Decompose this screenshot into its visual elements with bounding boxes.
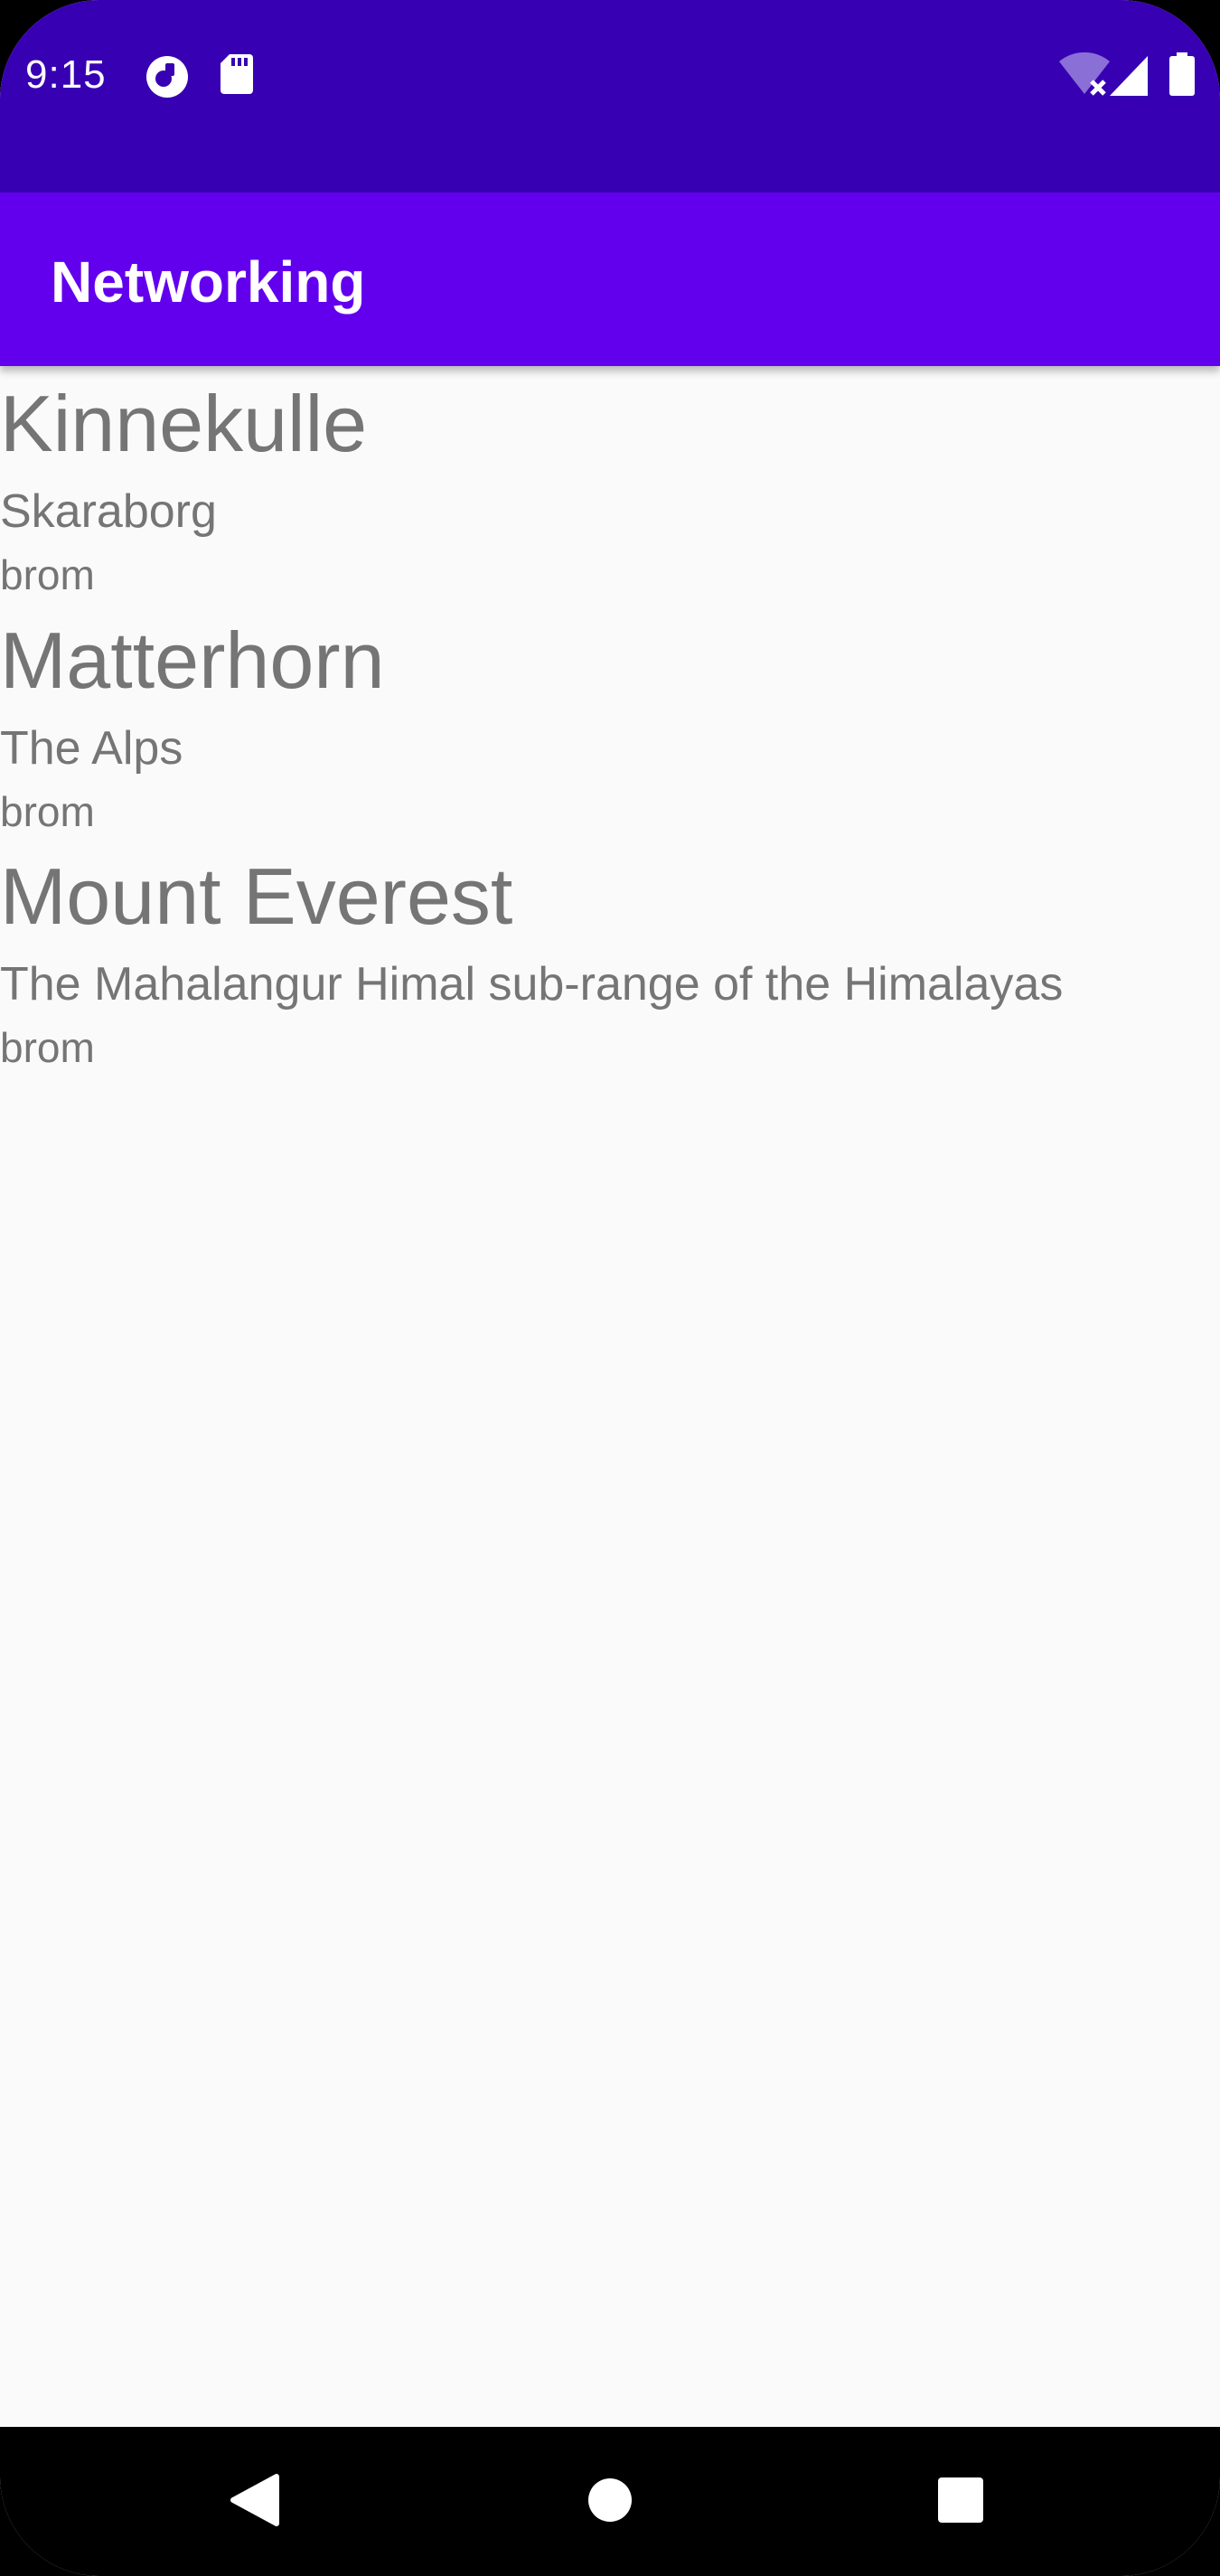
mountain-type: brom — [0, 551, 95, 598]
back-icon — [230, 2473, 280, 2532]
mountain-location: Skaraborg — [0, 485, 217, 538]
status-time: 9:15 — [25, 52, 107, 97]
home-icon — [587, 2477, 633, 2527]
mountain-location: The Mahalangur Himal sub-range of the Hi… — [0, 958, 1064, 1011]
mountain-type: brom — [0, 1024, 95, 1071]
mountain-name: Mount Everest — [0, 851, 513, 941]
navigation-bar — [0, 2427, 1220, 2576]
wifi-no-internet-icon — [1059, 52, 1110, 100]
mountain-name: Matterhorn — [0, 616, 385, 705]
status-bar: 9:15 — [0, 0, 1220, 193]
phone-screen: 9:15 Networking Kinnekulle Skaraborg bro… — [0, 0, 1220, 2576]
list-item[interactable]: Mount Everest The Mahalangur Himal sub-r… — [0, 857, 1220, 1074]
mountain-list[interactable]: Kinnekulle Skaraborg brom Matterhorn The… — [0, 366, 1220, 2427]
mountain-name: Kinnekulle — [0, 379, 368, 468]
list-item[interactable]: Matterhorn The Alps brom — [0, 621, 1220, 838]
privacy-indicator-icon — [145, 54, 190, 104]
back-button[interactable] — [205, 2452, 305, 2552]
mountain-type: brom — [0, 788, 95, 835]
app-title: Networking — [51, 249, 366, 315]
list-item[interactable]: Kinnekulle Skaraborg brom — [0, 384, 1220, 601]
sd-card-icon — [221, 54, 253, 99]
home-button[interactable] — [560, 2452, 660, 2552]
recents-button[interactable] — [911, 2452, 1010, 2552]
app-bar: Networking — [0, 193, 1220, 366]
mountain-location: The Alps — [0, 722, 183, 775]
cell-signal-icon — [1110, 56, 1148, 100]
battery-icon — [1169, 52, 1195, 100]
recents-icon — [937, 2477, 984, 2528]
